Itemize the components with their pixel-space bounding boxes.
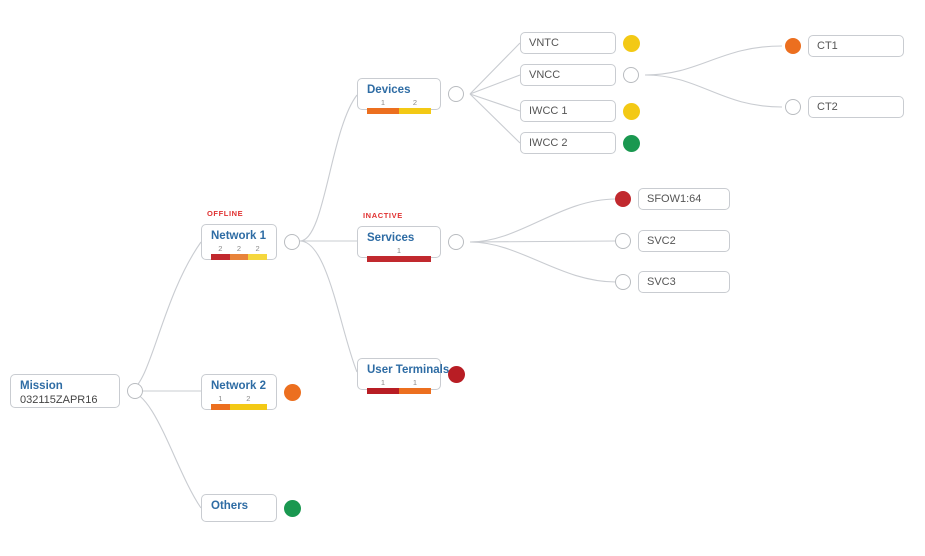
status-dot-svc2[interactable] <box>615 233 631 249</box>
node-title: VNTC <box>529 37 559 49</box>
expand-hub-mission[interactable] <box>127 383 143 399</box>
node-count-row: 12 <box>211 393 267 403</box>
node-title: SFOW1:64 <box>647 193 702 205</box>
expand-hub-services[interactable] <box>448 234 464 250</box>
node-svc2[interactable]: SVC2 <box>638 230 730 252</box>
edge-network1-userterminals <box>299 240 358 373</box>
node-count-row: 2 2 2 <box>211 243 267 253</box>
node-count: 2 <box>412 98 418 107</box>
status-dot-vntc[interactable] <box>623 34 640 52</box>
node-title: SVC2 <box>647 235 676 247</box>
node-count-row: 1 <box>367 245 431 255</box>
node-ct1[interactable]: CT1 <box>808 35 904 57</box>
network-topology-canvas: Mission 032115ZAPR16 OFFLINE Network 1 2 2 2 Ne… <box>0 0 925 556</box>
node-iwcc1[interactable]: IWCC 1 <box>520 100 616 122</box>
node-count: 2 <box>236 244 242 253</box>
node-count-row: 12 <box>367 97 431 107</box>
node-ct2[interactable]: CT2 <box>808 96 904 118</box>
status-bar-segment <box>367 256 431 262</box>
edge-devices-iwcc2 <box>469 93 521 144</box>
edge-services-svc2 <box>469 240 617 243</box>
edge-services-svc3 <box>469 241 617 283</box>
node-count: 1 <box>380 98 386 107</box>
node-status-bar <box>211 404 267 410</box>
node-user_terminals[interactable]: User Terminals 1 1 <box>357 358 450 394</box>
status-dot-ct2[interactable] <box>785 99 801 115</box>
node-count: 2 <box>255 244 260 253</box>
edge-vncc-ct1 <box>644 45 783 76</box>
node-subtitle: 032115ZAPR16 <box>20 394 98 406</box>
edge-devices-vntc <box>469 42 521 95</box>
node-sfow1[interactable]: SFOW1:64 <box>638 188 730 210</box>
node-iwcc2[interactable]: IWCC 2 <box>520 132 616 154</box>
node-vntc[interactable]: VNTC <box>520 32 616 54</box>
status-badge-network1: OFFLINE <box>207 209 244 218</box>
node-count-row: 11 <box>367 377 431 387</box>
node-title: User Terminals <box>367 364 450 376</box>
node-title: Devices <box>367 84 411 96</box>
node-title: Others <box>211 500 249 512</box>
status-dot-ct1[interactable] <box>785 38 801 54</box>
node-count: 1 <box>218 394 223 403</box>
node-network1[interactable]: Network 1 2 2 2 <box>201 224 277 260</box>
node-title: Network 2 <box>211 380 266 392</box>
node-title: IWCC 2 <box>529 137 568 149</box>
status-dot-user_terminals[interactable] <box>448 365 465 383</box>
edge-mission-others <box>127 390 202 509</box>
status-dot-iwcc1[interactable] <box>623 102 640 120</box>
status-bar-segment <box>399 388 431 394</box>
status-bar-segment <box>211 404 230 410</box>
node-status-bar <box>211 254 267 260</box>
node-count: 1 <box>412 378 418 387</box>
node-network2[interactable]: Network 212 <box>201 374 277 410</box>
node-devices[interactable]: Devices 1 2 <box>357 78 441 114</box>
node-others[interactable]: Others <box>201 494 277 522</box>
node-title: CT2 <box>817 101 838 113</box>
edge-mission-network1 <box>127 241 202 392</box>
node-title: VNCC <box>529 69 561 81</box>
status-bar-segment <box>367 388 399 394</box>
expand-hub-vncc[interactable] <box>623 67 639 83</box>
node-mission[interactable]: Mission 032115ZAPR16 <box>10 374 120 408</box>
node-status-bar <box>367 108 431 114</box>
node-status-bar <box>367 388 431 394</box>
status-bar-segment <box>248 254 267 260</box>
status-dot-others[interactable] <box>284 499 301 517</box>
edge-devices-iwcc1 <box>469 93 521 112</box>
node-title: Services <box>367 232 415 244</box>
status-bar-segment <box>211 254 230 260</box>
node-count: 1 <box>396 246 402 255</box>
edge-network1-devices <box>299 94 358 242</box>
status-dot-network2[interactable] <box>284 383 301 401</box>
edge-layer <box>127 42 783 509</box>
node-title: IWCC 1 <box>529 105 568 117</box>
expand-hub-devices[interactable] <box>448 86 464 102</box>
node-svc3[interactable]: SVC3 <box>638 271 730 293</box>
status-dot-iwcc2[interactable] <box>623 134 640 152</box>
edge-services-sfow1 <box>469 198 617 243</box>
node-title: SVC3 <box>647 276 676 288</box>
node-count: 1 <box>380 378 386 387</box>
status-dot-sfow1[interactable] <box>615 191 631 207</box>
expand-hub-network1[interactable] <box>284 234 300 250</box>
node-services[interactable]: Services 1 <box>357 226 441 262</box>
status-badge-services: INACTIVE <box>363 211 403 220</box>
node-count: 2 <box>218 244 223 253</box>
node-vncc[interactable]: VNCC <box>520 64 616 86</box>
node-title: Network 1 <box>211 230 266 242</box>
status-bar-segment <box>229 404 267 410</box>
status-bar-segment <box>399 108 431 114</box>
node-count: 2 <box>246 394 251 403</box>
node-title: Mission <box>20 380 63 392</box>
node-status-bar <box>367 256 431 262</box>
edge-devices-vncc <box>469 74 521 95</box>
status-bar-segment <box>229 254 249 260</box>
node-title: CT1 <box>817 40 838 52</box>
status-dot-svc3[interactable] <box>615 274 631 290</box>
edge-vncc-ct2 <box>644 74 783 108</box>
status-bar-segment <box>367 108 399 114</box>
